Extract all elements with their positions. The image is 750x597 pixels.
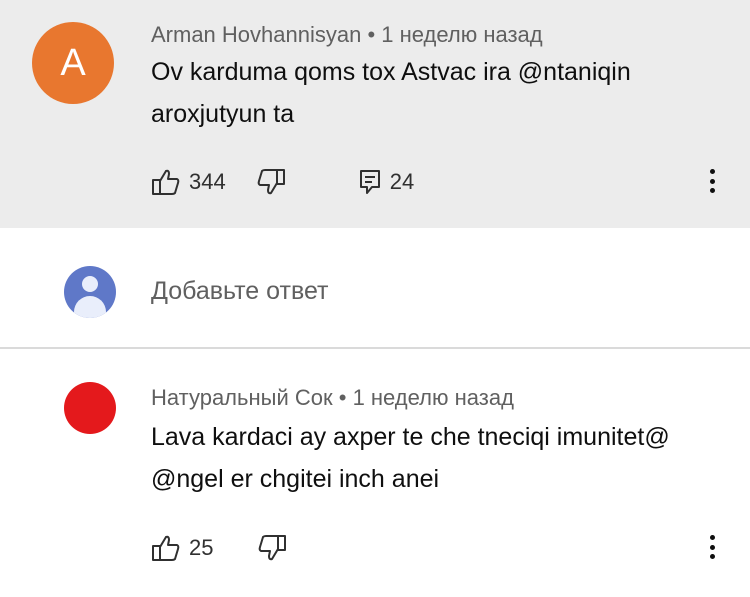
dislike-button[interactable] xyxy=(257,534,287,562)
like-count: 25 xyxy=(189,535,214,560)
more-vert-icon xyxy=(709,535,715,540)
thumbs-up-icon xyxy=(152,169,180,195)
reply-count: 24 xyxy=(389,169,415,194)
comment-time[interactable]: 1 неделю назад xyxy=(381,22,542,47)
like-count: 344 xyxy=(189,169,226,194)
more-options-button[interactable] xyxy=(704,166,720,196)
comment-time[interactable]: 1 неделю назад xyxy=(353,385,514,410)
more-options-button[interactable] xyxy=(704,532,720,562)
add-reply-row[interactable]: Добавьте ответ xyxy=(0,250,750,334)
replies-button[interactable]: 24 xyxy=(358,168,414,196)
thumbs-down-icon xyxy=(259,535,287,561)
comment-meta: Arman Hovhannisyan • 1 неделю назад xyxy=(151,22,543,48)
meta-separator: • xyxy=(338,385,347,410)
thumbs-down-icon xyxy=(257,169,285,195)
meta-separator: • xyxy=(367,22,376,47)
dislike-button[interactable] xyxy=(256,168,286,196)
avatar-letter: A xyxy=(60,41,86,84)
comment-card: A Arman Hovhannisyan • 1 неделю назад Ov… xyxy=(0,0,750,228)
author-avatar[interactable]: A xyxy=(32,22,114,104)
author-name[interactable]: Натуральный Сок xyxy=(151,385,333,410)
like-button[interactable]: 25 xyxy=(151,534,213,562)
default-user-icon xyxy=(64,266,116,318)
author-name[interactable]: Arman Hovhannisyan xyxy=(151,22,361,47)
comment-text: Ov karduma qoms tox Astvac ira @ntaniqin… xyxy=(151,58,631,128)
comment-actions: 25 xyxy=(151,531,287,565)
like-button[interactable]: 344 xyxy=(151,168,226,196)
comment-text: Lava kardaci ay axper te che tneciqi imu… xyxy=(151,423,670,493)
comment-card: Натуральный Сок • 1 неделю назад Lava ka… xyxy=(0,349,750,597)
comment-meta: Натуральный Сок • 1 неделю назад xyxy=(151,385,514,411)
thumbs-up-icon xyxy=(152,535,180,561)
reply-icon xyxy=(359,170,380,194)
comment-actions: 344 24 xyxy=(151,165,414,199)
author-avatar[interactable] xyxy=(64,382,116,434)
more-vert-icon xyxy=(709,169,715,174)
add-reply-input[interactable]: Добавьте ответ xyxy=(151,277,328,306)
